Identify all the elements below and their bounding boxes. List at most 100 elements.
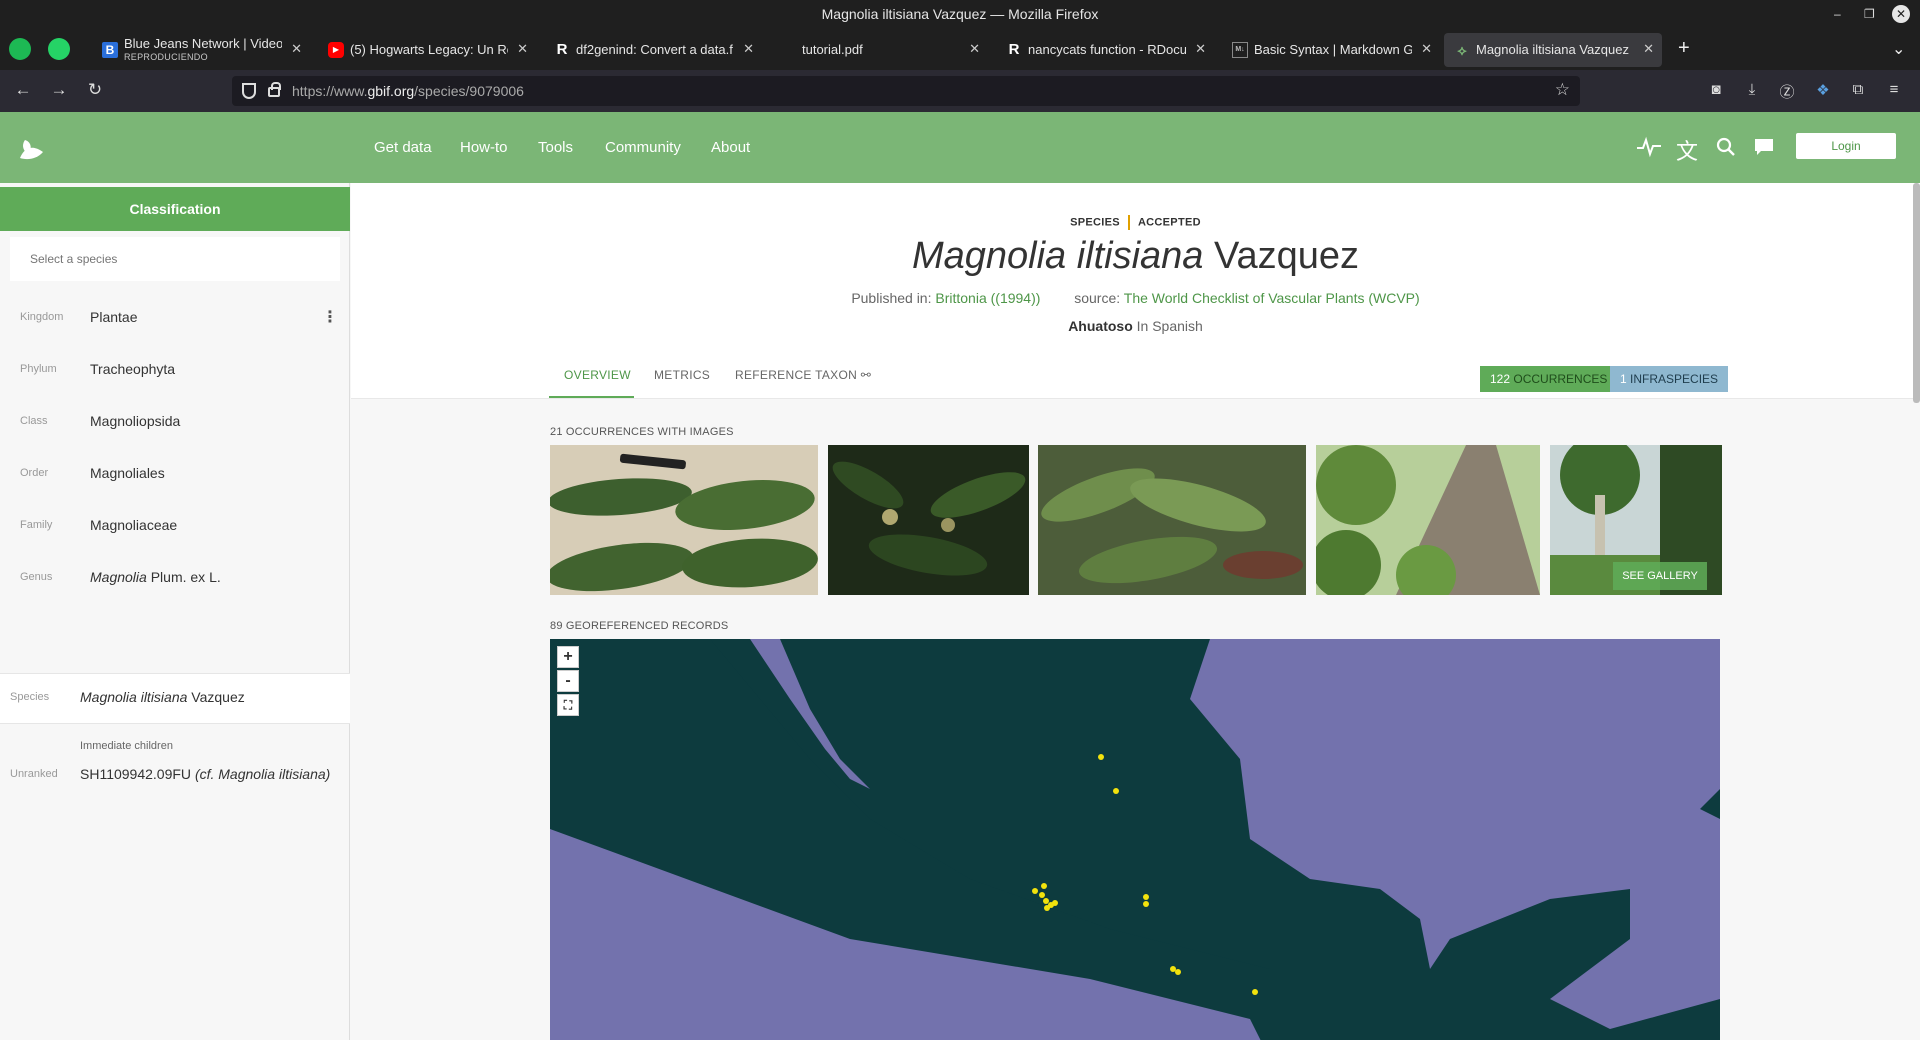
close-tab-icon[interactable]: ✕ — [517, 41, 528, 57]
url-text[interactable]: https://www.gbif.org/species/9079006 — [292, 83, 524, 99]
child-taxon[interactable]: SH1109942.09FU (cf. Magnolia iltisiana) — [80, 766, 330, 782]
taxon-kingdom[interactable]: Plantae — [90, 309, 137, 325]
occurrence-map[interactable]: + - ⛶ — [550, 639, 1720, 1040]
extensions-icon[interactable]: ⧉ — [1848, 81, 1868, 98]
tab-title: df2genind: Convert a data.f — [576, 42, 733, 57]
occurrence-point — [1041, 883, 1047, 889]
occurrence-image[interactable] — [828, 445, 1029, 595]
bluejeans-icon: B — [102, 42, 118, 58]
tab-magnolia-active[interactable]: ⟡ Magnolia iltisiana Vazquez ✕ — [1444, 33, 1662, 67]
close-window-icon[interactable]: ✕ — [1892, 5, 1910, 23]
nav-about[interactable]: About — [711, 139, 750, 156]
classification-sidebar: Classification Kingdom Plantae ⋮ Phylum … — [0, 183, 350, 1040]
tab-tutorial-pdf[interactable]: tutorial.pdf ✕ — [770, 33, 988, 67]
source-link[interactable]: The World Checklist of Vascular Plants (… — [1124, 290, 1420, 306]
link-icon: ⚯ — [860, 368, 872, 382]
taxon-genus[interactable]: Magnolia Plum. ex L. — [90, 569, 221, 585]
tab-title: Magnolia iltisiana Vazquez — [1476, 42, 1629, 57]
rank-tag: SPECIES — [1070, 216, 1120, 229]
zoom-in-button[interactable]: + — [557, 646, 579, 668]
nav-tools[interactable]: Tools — [538, 139, 573, 156]
close-tab-icon[interactable]: ✕ — [1195, 41, 1206, 57]
close-tab-icon[interactable]: ✕ — [969, 41, 980, 57]
bookmark-star-icon[interactable]: ☆ — [1555, 80, 1570, 100]
address-bar[interactable]: https://www.gbif.org/species/9079006 ☆ — [232, 76, 1580, 106]
lock-icon[interactable] — [268, 82, 281, 97]
taxon-family[interactable]: Magnoliaceae — [90, 517, 177, 533]
maximize-icon[interactable]: ❐ — [1864, 0, 1875, 29]
tab-nancycats[interactable]: R nancycats function - RDocu ✕ — [996, 33, 1214, 67]
search-icon[interactable] — [1716, 137, 1736, 157]
spotify-pinned-tab-icon[interactable] — [9, 38, 31, 60]
images-heading: 21 OCCURRENCES WITH IMAGES — [550, 426, 734, 438]
tab-title: (5) Hogwarts Legacy: Un Re — [350, 42, 508, 57]
zotero-extension-icon[interactable]: Ⓩ — [1777, 81, 1797, 102]
publication-info: Published in: Brittonia ((1994)) source:… — [851, 290, 1420, 306]
occurrence-point — [1052, 900, 1058, 906]
reload-icon[interactable]: ↻ — [84, 80, 106, 100]
downloads-icon[interactable]: ⤓ — [1742, 81, 1762, 98]
tab-playing-label: REPRODUCIENDO — [124, 52, 208, 62]
tab-title: Basic Syntax | Markdown Gu — [1254, 42, 1412, 57]
back-arrow-icon[interactable]: ← — [12, 80, 34, 100]
new-tab-plus-icon[interactable]: + — [1678, 37, 1690, 60]
tab-metrics[interactable]: METRICS — [654, 368, 710, 382]
rank-label: Order — [20, 467, 49, 479]
tracking-shield-icon[interactable] — [242, 83, 256, 99]
occurrence-point — [1143, 894, 1149, 900]
close-tab-icon[interactable]: ✕ — [743, 41, 754, 57]
infraspecies-badge[interactable]: 1 INFRASPECIES — [1610, 366, 1729, 392]
page-title: Magnolia iltisiana Vazquez — [911, 235, 1360, 277]
occurrence-image[interactable] — [1038, 445, 1306, 595]
activity-pulse-icon[interactable] — [1636, 136, 1662, 158]
occurrence-image[interactable] — [1316, 445, 1540, 595]
close-tab-icon[interactable]: ✕ — [291, 41, 302, 57]
taxon-phylum[interactable]: Tracheophyta — [90, 361, 175, 377]
published-in-link[interactable]: Brittonia ((1994)) — [935, 290, 1040, 306]
gbif-logo-icon[interactable] — [16, 134, 46, 164]
minimize-icon[interactable]: – — [1834, 0, 1841, 29]
hamburger-menu-icon[interactable]: ≡ — [1884, 81, 1904, 98]
close-tab-icon[interactable]: ✕ — [1643, 41, 1654, 57]
species-tags: SPECIES ACCEPTED — [351, 215, 1920, 230]
window-titlebar: Magnolia iltisiana Vazquez — Mozilla Fir… — [0, 0, 1920, 29]
tab-strip: B Blue Jeans Network | Video REPRODUCIEN… — [0, 29, 1920, 70]
tab-title: Blue Jeans Network | Video — [124, 36, 282, 51]
tab-title: tutorial.pdf — [802, 42, 863, 57]
vernacular-name: Ahuatoso In Spanish — [1068, 318, 1203, 334]
tab-bluejeans[interactable]: B Blue Jeans Network | Video REPRODUCIEN… — [92, 33, 310, 67]
list-all-tabs-chevron-icon[interactable]: ⌄ — [1892, 39, 1905, 59]
translate-icon[interactable]: 文 — [1676, 134, 1698, 166]
tab-reference-taxon[interactable]: REFERENCE TAXON ⚯ — [735, 368, 871, 382]
tab-youtube[interactable]: ▶ (5) Hogwarts Legacy: Un Re ✕ — [318, 33, 536, 67]
see-gallery-button[interactable]: SEE GALLERY — [1613, 562, 1707, 590]
species-header: SPECIES ACCEPTED Magnolia iltisiana Vazqu… — [351, 183, 1920, 399]
taxon-order[interactable]: Magnoliales — [90, 465, 165, 481]
nav-how-to[interactable]: How-to — [460, 139, 508, 156]
tab-title: nancycats function - RDocu — [1028, 42, 1186, 57]
rank-label: Genus — [20, 571, 53, 583]
occurrences-badge[interactable]: 122 OCCURRENCES — [1480, 366, 1618, 392]
pocket-icon[interactable]: ◙ — [1706, 81, 1726, 98]
page-scrollbar[interactable] — [1913, 183, 1920, 403]
feedback-chat-icon[interactable] — [1754, 138, 1774, 157]
more-options-icon[interactable]: ⋮ — [322, 307, 338, 327]
zoom-out-button[interactable]: - — [557, 670, 579, 692]
occurrence-image[interactable] — [550, 445, 818, 595]
tab-markdown-guide[interactable]: M↓ Basic Syntax | Markdown Gu ✕ — [1222, 33, 1440, 67]
georeferenced-heading: 89 GEOREFERENCED RECORDS — [550, 620, 729, 632]
close-tab-icon[interactable]: ✕ — [1421, 41, 1432, 57]
forward-arrow-icon[interactable]: → — [48, 80, 70, 100]
occurrence-point — [1043, 898, 1049, 904]
login-button[interactable]: Login — [1796, 133, 1896, 159]
species-search-input[interactable] — [10, 237, 340, 281]
extension-puzzle-blue-icon[interactable]: ❖ — [1813, 81, 1833, 99]
tab-overview[interactable]: OVERVIEW — [564, 368, 631, 382]
selected-species-row[interactable]: Species Magnolia iltisiana Vazquez — [0, 673, 350, 724]
nav-community[interactable]: Community — [605, 139, 681, 156]
taxon-class[interactable]: Magnoliopsida — [90, 413, 180, 429]
whatsapp-pinned-tab-icon[interactable] — [48, 38, 70, 60]
nav-get-data[interactable]: Get data — [374, 139, 432, 156]
fullscreen-icon[interactable]: ⛶ — [557, 694, 579, 716]
tab-df2genind[interactable]: R df2genind: Convert a data.f ✕ — [544, 33, 762, 67]
